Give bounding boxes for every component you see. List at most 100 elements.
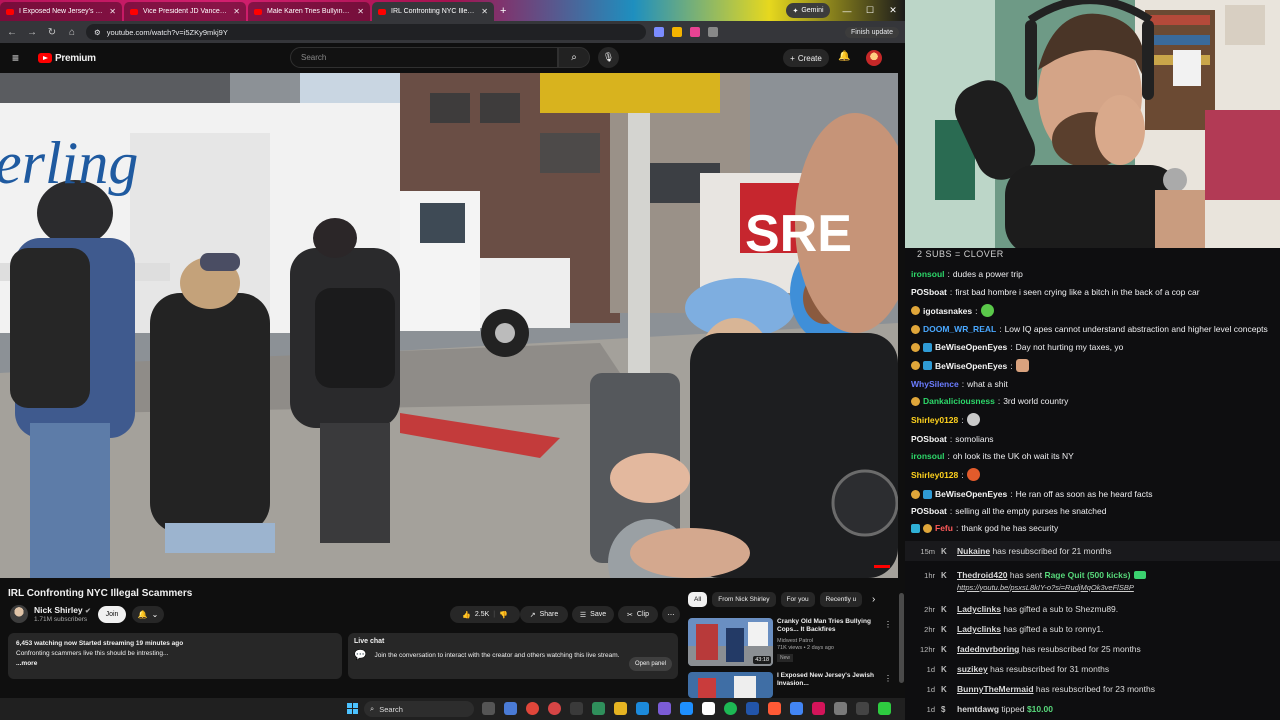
video-thumbnail[interactable] xyxy=(688,672,773,698)
back-icon[interactable]: ← xyxy=(6,27,18,38)
chat-username[interactable]: POSboat xyxy=(911,434,947,444)
event-user[interactable]: Thedroid420 xyxy=(957,570,1008,580)
browser-tab-active[interactable]: IRL Confronting NYC Illegal ✕ xyxy=(372,2,494,21)
taskbar-search[interactable]: ⌕ Search xyxy=(364,701,474,717)
chat-username[interactable]: Dankaliciousness xyxy=(923,396,995,406)
menu-icon[interactable]: ≡ xyxy=(12,51,26,65)
app-icon[interactable] xyxy=(856,702,869,715)
close-tab-icon[interactable]: ✕ xyxy=(109,7,116,16)
chip-from-channel[interactable]: From Nick Shirley xyxy=(712,592,776,607)
search-input[interactable]: Search xyxy=(290,47,558,68)
steam-icon[interactable] xyxy=(636,702,649,715)
more-vertical-icon[interactable]: ⋮ xyxy=(884,620,892,629)
share-button[interactable]: ↗ Share xyxy=(520,606,568,623)
recommended-channel[interactable]: Midwest Patrol xyxy=(777,638,813,644)
chat-username[interactable]: DOOM_WR_REAL xyxy=(923,324,996,334)
site-info-icon[interactable]: ⚙ xyxy=(94,28,101,37)
extension-icon[interactable] xyxy=(672,27,682,37)
gemini-button[interactable]: ✦ Gemini xyxy=(786,3,830,18)
chat-username[interactable]: POSboat xyxy=(911,506,947,516)
close-tab-icon[interactable]: ✕ xyxy=(357,7,364,16)
chat-username[interactable]: Fefu xyxy=(935,523,953,533)
video-thumbnail[interactable]: 43:18 xyxy=(688,618,773,666)
app-icon[interactable] xyxy=(834,702,847,715)
youtube-logo[interactable]: Premium xyxy=(38,53,96,64)
spotify-icon[interactable] xyxy=(724,702,737,715)
subscribed-notifications-button[interactable]: 🔔 ⌄ xyxy=(132,606,164,623)
create-button[interactable]: + Create xyxy=(783,49,829,67)
video-player[interactable]: erling SRE xyxy=(0,73,898,578)
folder-icon[interactable] xyxy=(614,702,627,715)
extensions-puzzle-icon[interactable] xyxy=(708,27,718,37)
page-scrollbar[interactable] xyxy=(898,73,905,698)
more-actions-button[interactable]: ⋯ xyxy=(662,606,680,623)
event-user[interactable]: hemtdawg xyxy=(957,704,999,714)
recommended-title[interactable]: Cranky Old Man Tries Bullying Cops... It… xyxy=(777,618,882,634)
address-bar[interactable]: ⚙ youtube.com/watch?v=i5ZKy9mkj9Y xyxy=(86,24,646,40)
event-user[interactable]: Nukaine xyxy=(957,546,990,556)
recommended-title[interactable]: I Exposed New Jersey's Jewish Invasion..… xyxy=(777,672,882,688)
browser-tab[interactable]: Male Karen Tries Bullying Offic ✕ xyxy=(248,2,370,21)
close-window-icon[interactable]: ✕ xyxy=(882,0,904,21)
app-icon[interactable] xyxy=(702,702,715,715)
app-icon[interactable] xyxy=(878,702,891,715)
minimize-icon[interactable]: — xyxy=(836,0,858,21)
event-link[interactable]: https://youtu.be/psxsL8kIY-o?si=RudjMqOk… xyxy=(957,583,1134,592)
chrome-icon[interactable] xyxy=(548,702,561,715)
home-icon[interactable]: ⌂ xyxy=(66,27,78,38)
app-icon[interactable] xyxy=(746,702,759,715)
event-user[interactable]: suzikey xyxy=(957,664,988,674)
chat-username[interactable]: POSboat xyxy=(911,287,947,297)
chat-username[interactable]: igotasnakes xyxy=(923,306,972,316)
chat-username[interactable]: WhySilence xyxy=(911,379,959,389)
app-icon[interactable] xyxy=(504,702,517,715)
join-button[interactable]: Join xyxy=(98,606,126,623)
app-icon[interactable] xyxy=(768,702,781,715)
account-avatar[interactable] xyxy=(866,50,882,66)
windows-start-icon[interactable] xyxy=(347,703,358,714)
chat-username[interactable]: ironsoul xyxy=(911,451,945,461)
extension-icon[interactable] xyxy=(654,27,664,37)
chat-username[interactable]: ironsoul xyxy=(911,269,945,279)
extension-icon[interactable] xyxy=(690,27,700,37)
save-button[interactable]: ☰ Save xyxy=(572,606,614,623)
channel-name[interactable]: Nick Shirley ✔ xyxy=(34,605,91,615)
new-tab-icon[interactable]: + xyxy=(500,5,506,17)
channel-avatar[interactable] xyxy=(10,605,28,623)
search-icon[interactable]: ⌕ xyxy=(558,47,590,68)
microphone-icon[interactable]: 🎙 xyxy=(598,47,619,68)
event-user[interactable]: BunnyTheMermaid xyxy=(957,684,1034,694)
chevron-right-icon[interactable]: › xyxy=(872,594,875,605)
show-more-link[interactable]: ...more xyxy=(16,659,334,669)
description-box[interactable]: 6,453 watching now Started streaming 19 … xyxy=(8,633,342,679)
chip-recently-uploaded[interactable]: Recently u xyxy=(819,592,863,607)
app-icon[interactable] xyxy=(812,702,825,715)
maximize-icon[interactable]: ☐ xyxy=(859,0,881,21)
browser-tab[interactable]: Vice President JD Vance Delive ✕ xyxy=(124,2,246,21)
close-tab-icon[interactable]: ✕ xyxy=(481,7,488,16)
chat-username[interactable]: BeWiseOpenEyes xyxy=(935,342,1007,352)
open-panel-button[interactable]: Open panel xyxy=(628,657,672,671)
reload-icon[interactable]: ↻ xyxy=(46,27,58,38)
finish-update-button[interactable]: Finish update xyxy=(844,26,899,38)
app-icon[interactable] xyxy=(680,702,693,715)
recommended-video[interactable]: I Exposed New Jersey's Jewish Invasion..… xyxy=(688,672,898,698)
event-user[interactable]: Ladyclinks xyxy=(957,604,1001,614)
task-view-icon[interactable] xyxy=(482,702,495,715)
chat-username[interactable]: BeWiseOpenEyes xyxy=(935,489,1007,499)
recommended-video[interactable]: 43:18 Cranky Old Man Tries Bullying Cops… xyxy=(688,618,898,668)
app-icon[interactable] xyxy=(790,702,803,715)
app-icon[interactable] xyxy=(658,702,671,715)
forward-icon[interactable]: → xyxy=(26,27,38,38)
app-icon[interactable] xyxy=(592,702,605,715)
chip-all[interactable]: All xyxy=(688,592,708,607)
chat-username[interactable]: Shirley0128 xyxy=(911,470,958,480)
event-user[interactable]: fadednvrboring xyxy=(957,644,1019,654)
chat-username[interactable]: Shirley0128 xyxy=(911,415,958,425)
close-tab-icon[interactable]: ✕ xyxy=(233,7,240,16)
browser-tab[interactable]: I Exposed New Jersey's Jewish ✕ xyxy=(0,2,122,21)
more-vertical-icon[interactable]: ⋮ xyxy=(884,674,892,683)
clip-button[interactable]: ✂ Clip xyxy=(618,606,658,623)
app-icon[interactable] xyxy=(570,702,583,715)
chrome-icon[interactable] xyxy=(526,702,539,715)
